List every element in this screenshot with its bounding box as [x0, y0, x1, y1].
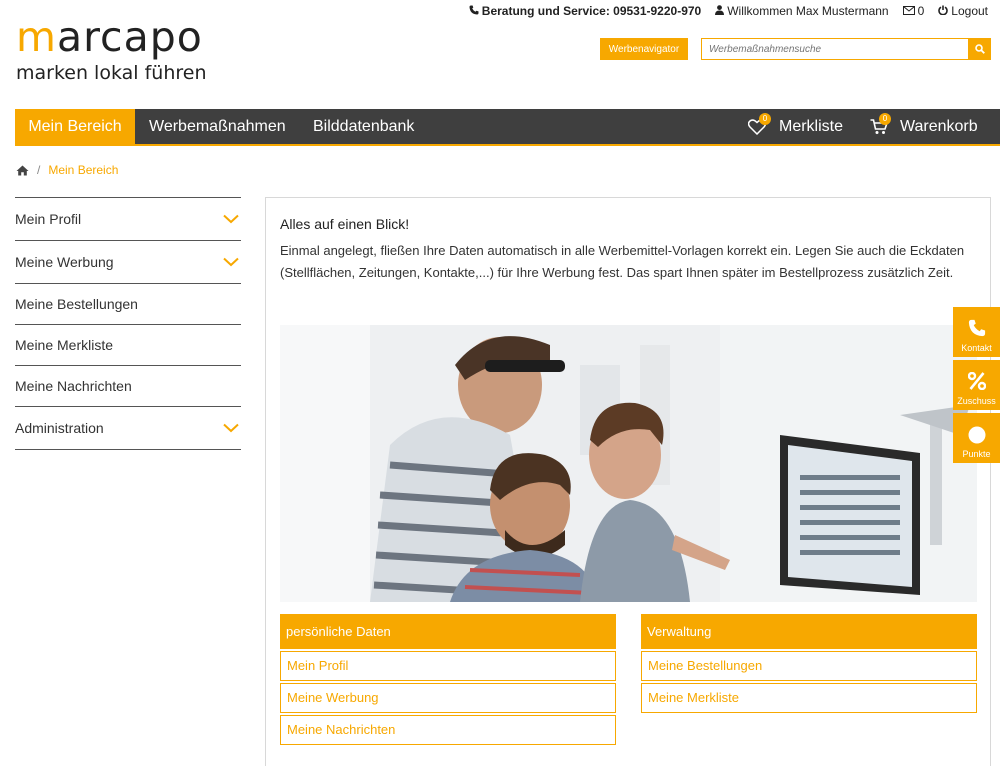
nav-bilddatenbank[interactable]: Bilddatenbank	[313, 109, 414, 144]
sidebar-item-meine-werbung[interactable]: Meine Werbung	[15, 241, 241, 284]
panel-link-meine-werbung[interactable]: Meine Werbung	[280, 683, 616, 713]
sidebar-item-mein-profil[interactable]: Mein Profil	[15, 198, 241, 241]
floater-label: Kontakt	[961, 343, 992, 353]
sidebar-item-label: Meine Merkliste	[15, 337, 114, 353]
sidebar-item-label: Meine Bestellungen	[15, 296, 138, 312]
warenkorb-label: Warenkorb	[900, 118, 978, 135]
logout-label: Logout	[951, 4, 988, 18]
percent-icon	[968, 372, 986, 390]
service-phone-text: Beratung und Service: 09531-9220-970	[481, 4, 702, 18]
logout-link[interactable]: Logout	[938, 4, 988, 18]
floater-label: Zuschuss	[957, 396, 996, 406]
breadcrumb-current[interactable]: Mein Bereich	[48, 163, 118, 177]
chevron-down-icon	[223, 214, 239, 224]
brand-tagline: marken lokal führen	[16, 62, 207, 84]
panel-link-meine-nachrichten[interactable]: Meine Nachrichten	[280, 715, 616, 745]
coin-icon	[968, 426, 986, 444]
sidebar-item-meine-bestellungen[interactable]: Meine Bestellungen	[15, 284, 241, 325]
sidebar-item-label: Mein Profil	[15, 211, 82, 227]
intro-text: Einmal angelegt, fließen Ihre Daten auto…	[280, 243, 965, 280]
panel-link-meine-bestellungen[interactable]: Meine Bestellungen	[641, 651, 977, 681]
phone-icon	[968, 319, 986, 337]
envelope-icon	[902, 6, 915, 15]
service-phone[interactable]: Beratung und Service: 09531-9220-970	[469, 4, 701, 18]
page-title: Alles auf einen Blick!	[280, 216, 410, 232]
panel-title: persönliche Daten	[280, 614, 616, 649]
messages-link[interactable]: 0	[902, 4, 925, 18]
chevron-down-icon	[223, 257, 239, 267]
office-team-illustration	[280, 325, 977, 602]
sidebar: Mein Profil Meine Werbung Meine Bestellu…	[15, 197, 241, 450]
main-content: Alles auf einen Blick! Einmal angelegt, …	[265, 197, 991, 766]
floater-punkte[interactable]: Punkte	[953, 413, 1000, 463]
sidebar-item-administration[interactable]: Administration	[15, 407, 241, 450]
panel-persoenliche-daten: persönliche Daten Mein Profil Meine Werb…	[280, 614, 616, 745]
search-input[interactable]	[701, 38, 969, 60]
brand-logo[interactable]: marcapo marken lokal führen	[16, 14, 207, 84]
user-welcome-text: Willkommen Max Mustermann	[727, 4, 889, 18]
merkliste-badge: 0	[759, 113, 771, 125]
power-icon	[938, 5, 949, 15]
floater-zuschuss[interactable]: Zuschuss	[953, 360, 1000, 410]
nav-warenkorb[interactable]: 0 Warenkorb	[870, 109, 990, 144]
panel-link-mein-profil[interactable]: Mein Profil	[280, 651, 616, 681]
sidebar-item-meine-merkliste[interactable]: Meine Merkliste	[15, 325, 241, 366]
messages-count: 0	[917, 4, 925, 18]
phone-icon	[469, 5, 479, 15]
nav-mein-bereich[interactable]: Mein Bereich	[15, 109, 135, 144]
nav-merkliste[interactable]: 0 Merkliste	[748, 109, 848, 144]
nav-werbemassnahmen[interactable]: Werbemaßnahmen	[149, 109, 286, 144]
sidebar-item-label: Meine Nachrichten	[15, 378, 132, 394]
top-bar: Beratung und Service: 09531-9220-970 Wil…	[469, 4, 988, 18]
main-navigation: Mein Bereich Werbemaßnahmen Bilddatenban…	[15, 109, 1000, 146]
breadcrumb-separator: /	[37, 163, 41, 177]
chevron-down-icon	[223, 423, 239, 433]
panel-title: Verwaltung	[641, 614, 977, 649]
brand-name: marcapo	[16, 13, 203, 61]
user-icon	[715, 5, 725, 15]
panel-verwaltung: Verwaltung Meine Bestellungen Meine Merk…	[641, 614, 977, 713]
home-icon[interactable]	[16, 165, 29, 176]
search-icon	[975, 44, 985, 54]
floater-kontakt[interactable]: Kontakt	[953, 307, 1000, 357]
sidebar-item-label: Meine Werbung	[15, 254, 114, 270]
floater-label: Punkte	[962, 449, 991, 459]
sidebar-item-label: Administration	[15, 420, 104, 436]
panel-link-meine-merkliste[interactable]: Meine Merkliste	[641, 683, 977, 713]
merkliste-label: Merkliste	[779, 118, 844, 135]
werbenavigator-button[interactable]: Werbenavigator	[600, 38, 688, 60]
breadcrumb: / Mein Bereich	[16, 163, 118, 177]
user-welcome[interactable]: Willkommen Max Mustermann	[715, 4, 889, 18]
warenkorb-badge: 0	[879, 113, 891, 125]
sidebar-item-meine-nachrichten[interactable]: Meine Nachrichten	[15, 366, 241, 407]
hero-image	[280, 325, 977, 602]
search-button[interactable]	[969, 38, 991, 60]
